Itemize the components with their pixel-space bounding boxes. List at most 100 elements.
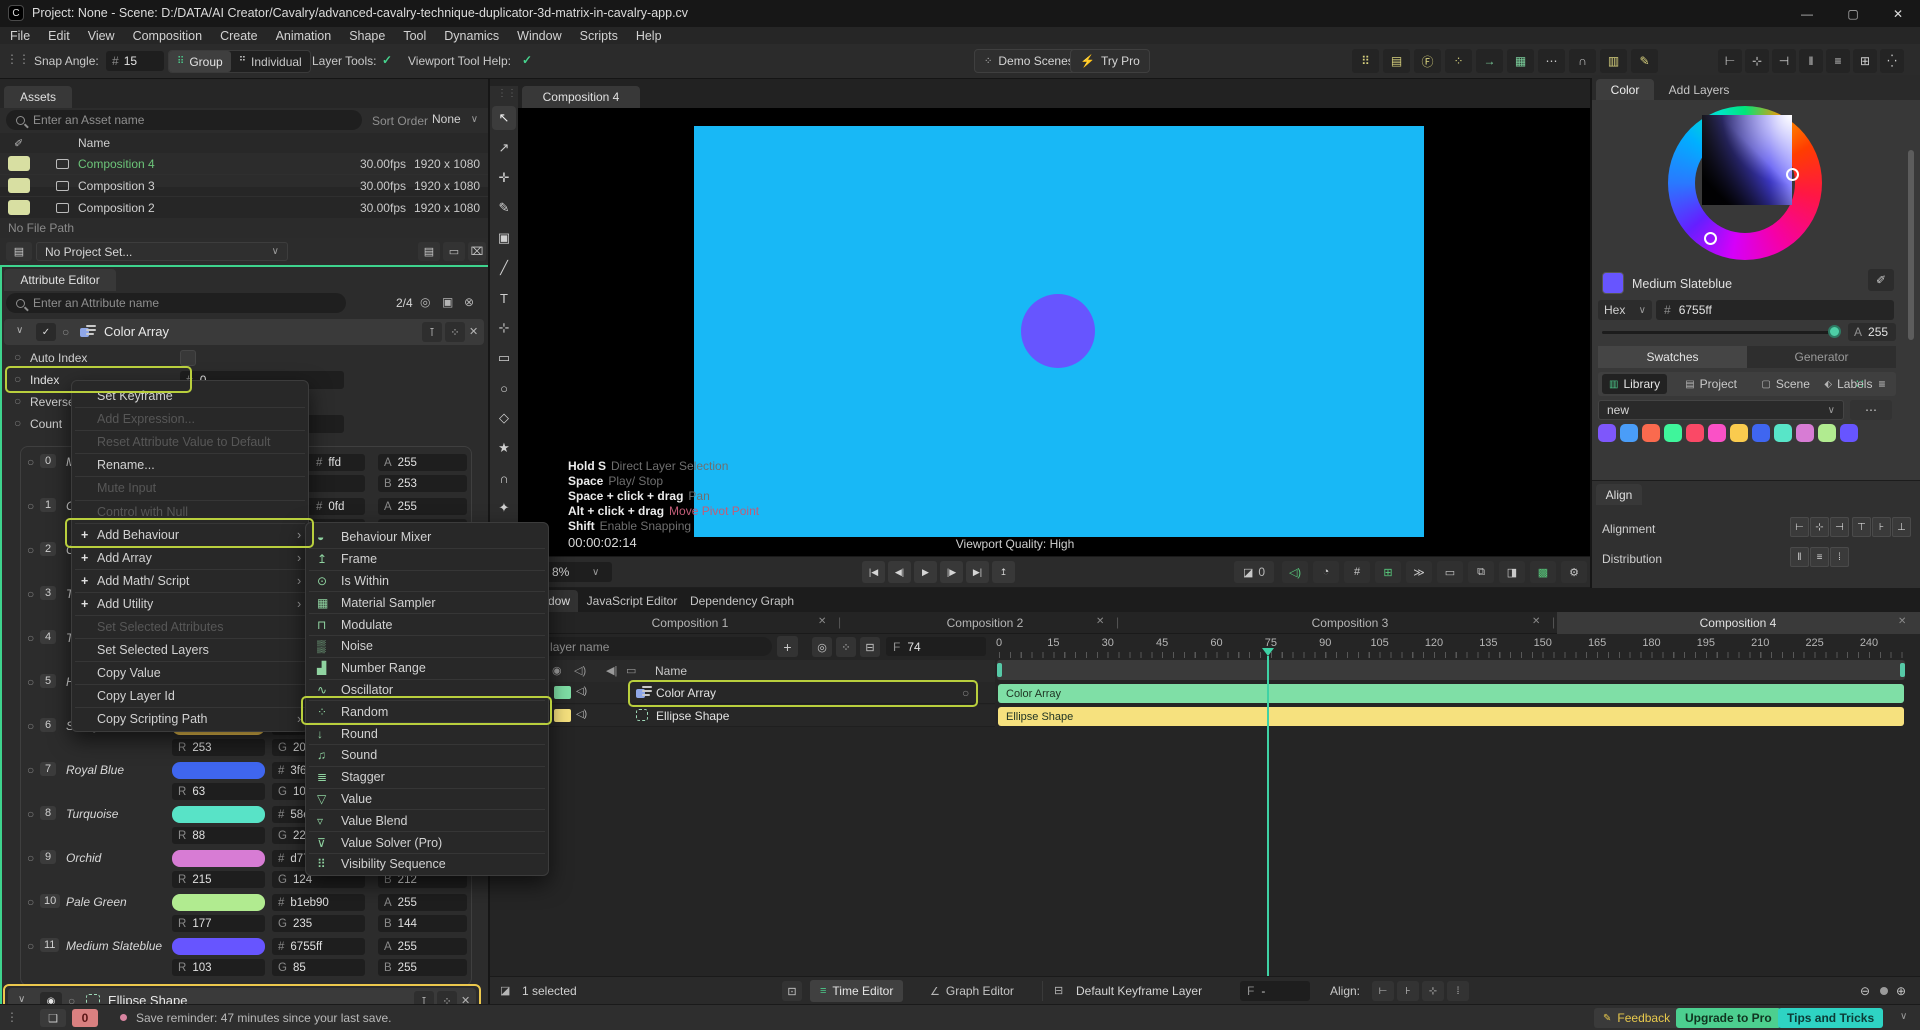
- context-menu-item-rename[interactable]: Rename...: [75, 453, 305, 476]
- tab-composition-4[interactable]: Composition 4: [522, 86, 640, 108]
- frame-badge-icon[interactable]: Ⓕ: [1414, 49, 1441, 73]
- align-left-icon[interactable]: ⊢: [1718, 49, 1742, 73]
- tab-attribute-editor[interactable]: Attribute Editor: [4, 269, 116, 291]
- attr-circle[interactable]: ○: [27, 895, 34, 909]
- ellipse-shape-header[interactable]: ∨ ◉ ○ Ellipse Shape ⊺ ⁘ ✕: [8, 988, 476, 1004]
- add-layer-button[interactable]: +: [777, 636, 798, 657]
- text-tool-icon[interactable]: T: [492, 286, 516, 310]
- close-attribute-icon[interactable]: ✕: [461, 994, 470, 1004]
- layout-icon[interactable]: ▦: [1507, 49, 1534, 73]
- collapse-icon[interactable]: ∨: [18, 994, 25, 1004]
- asset-name[interactable]: Composition 4: [78, 157, 155, 171]
- align-h-center-icon[interactable]: ⊹: [1810, 517, 1829, 537]
- visibility-toggle[interactable]: ◉: [40, 992, 62, 1004]
- align-right-icon[interactable]: ⊣: [1772, 49, 1796, 73]
- asset-row[interactable]: Composition 230.00fps1920 x 1080: [0, 197, 490, 219]
- attribute-search-input[interactable]: Enter an Attribute name: [6, 293, 346, 313]
- palette-select[interactable]: new ∨: [1598, 400, 1844, 420]
- clip-icon[interactable]: ◨: [1499, 561, 1525, 583]
- attr-circle[interactable]: ○: [27, 939, 34, 953]
- library-swatch[interactable]: [1840, 424, 1858, 442]
- submenu-item-sound[interactable]: ♫Sound: [309, 744, 545, 766]
- search-clear-icon[interactable]: ⊗: [464, 295, 474, 309]
- comp-tab-composition-2[interactable]: Composition 2: [895, 616, 1075, 630]
- center-playhead-button[interactable]: ⊡: [782, 981, 802, 1001]
- viewport-tool-help-check-icon[interactable]: ✓: [522, 53, 532, 67]
- context-menu-item-add-math-script[interactable]: +Add Math/ Script›: [75, 569, 305, 592]
- audio-column-icon[interactable]: ◁): [574, 664, 586, 677]
- context-menu-item-set-keyframe[interactable]: Set Keyframe: [75, 384, 305, 407]
- palette-options-button[interactable]: ⋯: [1850, 400, 1892, 420]
- tips-tricks-button[interactable]: Tips and Tricks: [1778, 1008, 1883, 1028]
- context-menu-item-copy-layer-id[interactable]: Copy Layer Id: [75, 684, 305, 707]
- color-swatch[interactable]: [172, 762, 265, 779]
- menu-file[interactable]: File: [10, 29, 30, 43]
- timeline-ruler[interactable]: 0153045607590105120135150165180195210225…: [995, 634, 1920, 652]
- comp-tab-composition-3[interactable]: Composition 3: [1260, 616, 1440, 630]
- scatter-icon[interactable]: ⁘: [1445, 49, 1472, 73]
- bounds-icon[interactable]: ▭: [1437, 561, 1463, 583]
- menu-dynamics[interactable]: Dynamics: [444, 29, 499, 43]
- distribute-h-icon[interactable]: ‖: [1790, 547, 1809, 567]
- snap-angle-field[interactable]: # 15: [106, 51, 164, 71]
- monitor-button[interactable]: ▭: [443, 242, 465, 261]
- attr-circle[interactable]: ○: [27, 499, 34, 513]
- color-array-header[interactable]: ∨ ✓ ○ Color Array ⊺ ⁘ ✕: [4, 319, 484, 345]
- skip-start-icon[interactable]: |◀: [862, 561, 885, 583]
- submenu-item-visibility-sequence[interactable]: ⠿Visibility Sequence: [309, 853, 545, 875]
- context-menu-item-copy-value[interactable]: Copy Value: [75, 661, 305, 684]
- library-swatch[interactable]: [1818, 424, 1836, 442]
- attr-circle[interactable]: ○: [27, 851, 34, 865]
- distribute-icon[interactable]: ⁛: [1880, 49, 1904, 73]
- upgrade-pro-button[interactable]: Upgrade to Pro: [1676, 1008, 1781, 1028]
- distribute-grid-icon[interactable]: ⁞: [1830, 547, 1849, 567]
- asset-color-swatch[interactable]: [8, 178, 30, 193]
- delete-project-button[interactable]: ⌧: [468, 242, 486, 261]
- color-alpha-field[interactable]: A255: [378, 894, 467, 911]
- submenu-item-noise[interactable]: ▒Noise: [309, 635, 545, 657]
- submenu-item-is-within[interactable]: ⊙Is Within: [309, 570, 545, 592]
- zoom-slider-handle[interactable]: [1880, 987, 1888, 995]
- submenu-item-frame[interactable]: ↥Frame: [309, 548, 545, 570]
- menu-scripts[interactable]: Scripts: [580, 29, 618, 43]
- playhead[interactable]: [1267, 656, 1269, 976]
- submenu-item-value-blend[interactable]: ▿Value Blend: [309, 809, 545, 831]
- comp-tab-composition-1[interactable]: Composition 1: [600, 616, 780, 630]
- window-tab-dependency-graph[interactable]: Dependency Graph: [686, 590, 798, 612]
- individual-toggle-button[interactable]: ⠛ Individual: [231, 51, 310, 72]
- tool-drag-handle-icon[interactable]: ⋮⋮: [497, 88, 517, 99]
- assets-name-header[interactable]: Name: [78, 136, 110, 150]
- track-bar-ellipse-shape[interactable]: Ellipse Shape: [998, 707, 1904, 726]
- library-swatch[interactable]: [1620, 424, 1638, 442]
- step-forward-icon[interactable]: |▶: [940, 561, 963, 583]
- search-filter-icon[interactable]: ▣: [442, 295, 453, 309]
- auto-index-checkbox[interactable]: [180, 350, 196, 366]
- submenu-item-stagger[interactable]: ≣Stagger: [309, 766, 545, 788]
- zoom-in-icon[interactable]: ⊕: [1892, 982, 1910, 1000]
- work-area-bar[interactable]: [997, 660, 1905, 680]
- timeline-options-button[interactable]: ⊟: [860, 637, 880, 657]
- color-b-field[interactable]: B144: [378, 915, 467, 932]
- context-menu-item-set-selected-attributes[interactable]: Set Selected Attributes: [75, 615, 305, 638]
- context-menu-item-set-selected-layers[interactable]: Set Selected Layers: [75, 638, 305, 661]
- current-color-swatch[interactable]: [1602, 272, 1624, 294]
- solo-filter-button[interactable]: ◎: [812, 637, 832, 657]
- skip-end-icon[interactable]: ▶|: [966, 561, 989, 583]
- track-bar-color-array[interactable]: Color Array: [998, 684, 1904, 703]
- close-tab-icon[interactable]: ✕: [1096, 616, 1104, 627]
- camera-tool-icon[interactable]: ▣: [492, 226, 516, 250]
- color-r-field[interactable]: R103: [172, 959, 265, 976]
- attr-circle[interactable]: ○: [27, 719, 34, 733]
- attr-circle[interactable]: ○: [27, 807, 34, 821]
- project-set-select[interactable]: No Project Set... ∨: [36, 242, 288, 261]
- group-toggle-button[interactable]: ⠿ Group: [169, 51, 231, 72]
- color-r-field[interactable]: R215: [172, 871, 265, 888]
- sort-order-select[interactable]: None ∨: [432, 112, 478, 126]
- sv-handle[interactable]: [1786, 168, 1799, 181]
- step-back-icon[interactable]: ◀|: [888, 561, 911, 583]
- color-hex-field[interactable]: #b1eb90: [272, 894, 365, 911]
- window-tab-javascript-editor[interactable]: JavaScript Editor: [582, 590, 682, 612]
- ellipse-shape-layer[interactable]: [1021, 294, 1095, 368]
- color-r-field[interactable]: R88: [172, 827, 265, 844]
- align-h-right-icon[interactable]: ⊣: [1830, 517, 1849, 537]
